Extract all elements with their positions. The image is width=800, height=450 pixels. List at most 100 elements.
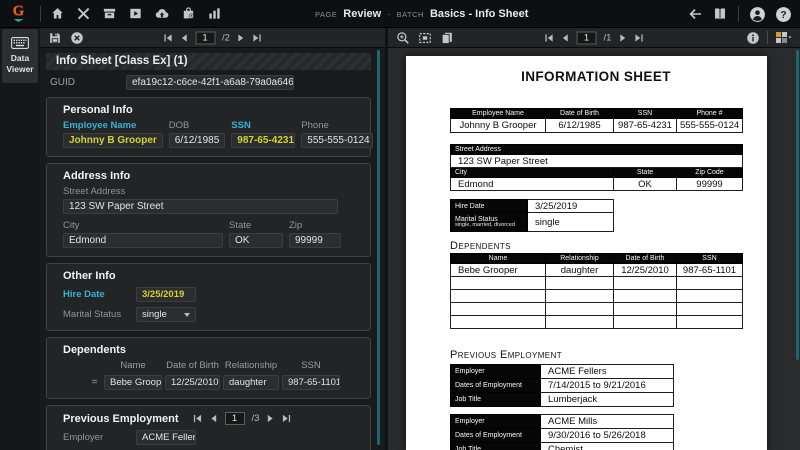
doc-th: Dates of Employment: [451, 379, 541, 393]
dependent-name-field[interactable]: Bebe Grooper: [104, 375, 162, 390]
back-arrow-icon[interactable]: [687, 6, 703, 22]
doc-cell: 987-65-1101: [677, 264, 743, 277]
data-entry-panel: 1 /2 Info Sheet [Class Ex] (1) GUID efa1…: [40, 28, 385, 450]
viewer-scrollbar[interactable]: [796, 50, 799, 360]
dob-label: DOB: [169, 120, 226, 131]
prev-record-button[interactable]: [209, 414, 218, 423]
pages-icon[interactable]: [440, 31, 454, 45]
first-page-button[interactable]: [545, 33, 554, 42]
dob-field[interactable]: 6/12/1985: [169, 133, 226, 148]
doc-th: Date of Birth: [614, 254, 677, 264]
ssn-field[interactable]: 987-65-4231: [231, 133, 295, 148]
dependent-dob-field[interactable]: 12/25/2010: [165, 375, 220, 390]
doc-cell: daughter: [546, 264, 614, 277]
doc-th: Relationship: [546, 254, 614, 264]
home-icon[interactable]: [50, 6, 65, 21]
archive-box-icon[interactable]: [102, 6, 117, 21]
doc-th: Employer: [451, 415, 541, 429]
employer-field[interactable]: ACME Fellers: [136, 430, 196, 445]
display-settings-icon[interactable]: [775, 31, 792, 44]
bar-chart-icon[interactable]: [207, 6, 222, 21]
current-page-input[interactable]: 1: [195, 31, 215, 44]
next-page-button[interactable]: [618, 33, 627, 42]
current-page-input[interactable]: 1: [577, 31, 597, 44]
zoom-icon[interactable]: [396, 31, 410, 45]
city-field[interactable]: Edmond: [63, 233, 223, 248]
data-viewer-label: Data Viewer: [2, 53, 38, 74]
chevron-down-icon: [184, 313, 190, 317]
zip-field[interactable]: 99999: [289, 233, 341, 248]
doc-th: Zip Code: [677, 168, 743, 178]
col-ssn: SSN: [282, 360, 340, 371]
dependent-ssn-field[interactable]: 987-65-1101: [282, 375, 340, 390]
street-address-field[interactable]: 123 SW Paper Street: [63, 199, 338, 214]
batch-value: Basics - Info Sheet: [430, 8, 528, 20]
document-page[interactable]: INFORMATION SHEET Employee Name Date of …: [406, 56, 767, 450]
last-page-button[interactable]: [253, 33, 262, 42]
tools-icon[interactable]: [76, 6, 91, 21]
section-title: Dependents: [63, 344, 360, 356]
section-title: Address Info: [63, 170, 360, 182]
box-play-icon[interactable]: [128, 6, 143, 21]
prev-page-button[interactable]: [179, 33, 188, 42]
region-select-icon[interactable]: [418, 31, 432, 45]
help-icon[interactable]: ?: [775, 6, 792, 23]
dependents-section: Dependents Name Date of Birth Relationsh…: [46, 337, 371, 399]
guid-field[interactable]: efa19c12-c6ce-42f1-a6a8-79a0a64666fc: [126, 75, 294, 90]
divider: [767, 31, 768, 44]
dependent-row: = Bebe Grooper 12/25/2010 daughter 987-6…: [63, 375, 360, 390]
state-field[interactable]: OK: [229, 233, 283, 248]
bag-clock-icon[interactable]: [181, 6, 196, 21]
book-icon[interactable]: [712, 6, 728, 22]
doc-th: Name: [451, 254, 546, 264]
logo-anchor-icon: [14, 19, 24, 22]
street-address-label: Street Address: [63, 186, 360, 197]
doc-cell: 12/25/2010: [614, 264, 677, 277]
col-relationship: Relationship: [223, 360, 279, 371]
first-record-button[interactable]: [193, 414, 202, 423]
phone-field[interactable]: 555-555-0124: [301, 133, 373, 148]
row-handle[interactable]: =: [88, 377, 101, 388]
dependent-relationship-field[interactable]: daughter: [223, 375, 279, 390]
page-count: /1: [604, 32, 612, 43]
data-viewer-tab[interactable]: Data Viewer: [2, 29, 38, 83]
hire-date-field[interactable]: 3/25/2019: [136, 287, 196, 302]
page-value: Review: [343, 8, 381, 20]
close-icon[interactable]: [70, 31, 84, 45]
last-page-button[interactable]: [634, 33, 643, 42]
employee-name-field[interactable]: Johnny B Grooper: [63, 133, 163, 148]
data-panel-scrollbar[interactable]: [377, 50, 380, 445]
doc-th: Hire Date: [451, 200, 528, 213]
doc-title: INFORMATION SHEET: [450, 69, 742, 84]
employee-name-label: Employee Name: [63, 120, 163, 131]
page-label: PAGE: [315, 10, 337, 19]
cloud-upload-icon[interactable]: [154, 6, 170, 21]
divider: [738, 6, 739, 22]
app-window: G PAGE Review · BATCH Basics - Info Shee…: [0, 0, 800, 450]
doc-dependents-table: Name Relationship Date of Birth SSN Bebe…: [450, 253, 743, 329]
marital-status-select[interactable]: single: [136, 307, 196, 322]
grooper-logo[interactable]: G: [0, 5, 37, 22]
prev-page-button[interactable]: [561, 33, 570, 42]
doc-th: Date of Birth: [546, 109, 614, 119]
user-icon[interactable]: [749, 6, 766, 23]
svg-text:?: ?: [780, 10, 786, 21]
next-record-button[interactable]: [266, 414, 275, 423]
doc-hire-table: Hire Date 3/25/2019 Marital Status singl…: [450, 199, 614, 232]
save-icon[interactable]: [48, 31, 62, 45]
last-record-button[interactable]: [282, 414, 291, 423]
doc-th: SSN: [677, 254, 743, 264]
next-page-button[interactable]: [237, 33, 246, 42]
doc-th: State: [614, 168, 677, 178]
doc-cell: Edmond: [451, 178, 614, 191]
doc-cell: 123 SW Paper Street: [451, 155, 743, 168]
doc-cell: 6/12/1985: [546, 119, 614, 133]
first-page-button[interactable]: [163, 33, 172, 42]
doc-cell: 9/30/2016 to 5/26/2018: [541, 429, 674, 443]
current-record-input[interactable]: 1: [225, 412, 245, 425]
doc-empty-cell: [451, 277, 546, 290]
phone-label: Phone: [301, 120, 373, 131]
info-icon[interactable]: [746, 31, 760, 45]
doc-cell: Bebe Grooper: [451, 264, 546, 277]
record-count: /3: [252, 413, 260, 424]
